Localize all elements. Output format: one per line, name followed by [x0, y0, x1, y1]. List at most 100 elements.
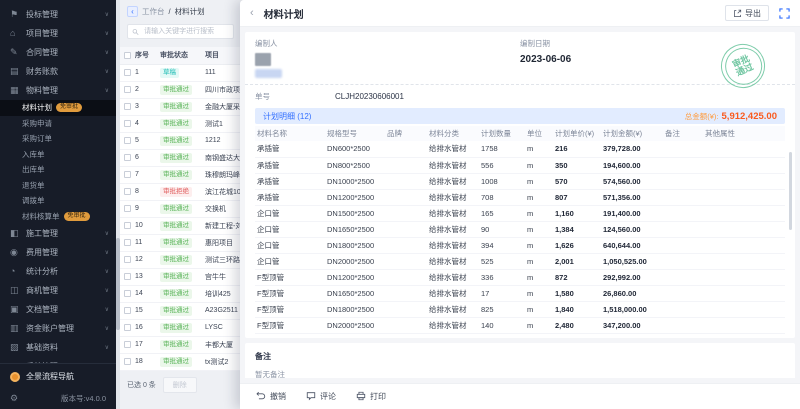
row-checkbox[interactable]: [124, 341, 131, 348]
sidebar-subitem-transfer[interactable]: 调拨单: [0, 193, 116, 209]
sidebar-subitem-material-plan[interactable]: 材料计划免审批: [0, 100, 116, 116]
sidebar-item-doc[interactable]: ▣文档管理∨: [0, 300, 116, 319]
row-checkbox[interactable]: [124, 171, 131, 178]
row-checkbox[interactable]: [124, 222, 131, 229]
collapse-drawer-icon[interactable]: ‹: [250, 7, 254, 19]
scrollbar-thumb[interactable]: [116, 238, 120, 330]
row-project: 丰都大厦: [203, 336, 240, 353]
sidebar-item-finance[interactable]: ▤财务账款∨: [0, 62, 116, 81]
back-button[interactable]: ‹: [127, 6, 138, 17]
detail-column-header: 材料名称: [255, 126, 325, 141]
sidebar-item-flag[interactable]: ⚑投标管理∨: [0, 5, 116, 24]
table-scrollbar[interactable]: [789, 152, 792, 230]
row-checkbox[interactable]: [124, 137, 131, 144]
expense-icon: ◉: [10, 248, 20, 257]
row-checkbox[interactable]: [124, 307, 131, 314]
row-checkbox[interactable]: [124, 154, 131, 161]
sidebar-subitem-inbound[interactable]: 入库单: [0, 147, 116, 163]
detail-cell: [385, 237, 427, 253]
row-checkbox[interactable]: [124, 239, 131, 246]
detail-cell: 140: [479, 317, 525, 333]
detail-row: 企口管DN1650*2500给排水管材90m1,384124,560.00: [255, 221, 785, 237]
list-row[interactable]: 9审批通过交换机: [120, 200, 240, 217]
search-input[interactable]: [142, 27, 229, 36]
detail-cell: [663, 221, 703, 237]
list-row[interactable]: 6审批通过南钢盛达大厦: [120, 149, 240, 166]
sidebar-item-label: 投标管理: [26, 9, 99, 20]
version-row: ⚙ 版本号:v4.0.0: [0, 389, 116, 408]
row-no: 8: [133, 183, 158, 200]
sidebar-item-business[interactable]: ◫商机管理∨: [0, 281, 116, 300]
row-checkbox[interactable]: [124, 358, 131, 365]
print-button[interactable]: 打印: [356, 391, 386, 403]
list-row[interactable]: 7审批通过珠穆朗玛峰: [120, 166, 240, 183]
sidebar-item-contract[interactable]: ✎合同管理∨: [0, 43, 116, 62]
list-row[interactable]: 5审批通过1212: [120, 132, 240, 149]
sidebar-item-basic[interactable]: ▨基础资料∨: [0, 338, 116, 357]
sidebar-item-label: 资金账户管理: [26, 323, 99, 334]
sidebar-item-home[interactable]: ⌂项目管理∨: [0, 24, 116, 43]
row-project: 新建工程-刘: [203, 217, 240, 234]
row-project: 南钢盛达大厦: [203, 149, 240, 166]
sidebar-subitem-purchase-request[interactable]: 采购申请: [0, 116, 116, 132]
list-row[interactable]: 4审批通过测试1: [120, 115, 240, 132]
row-checkbox[interactable]: [124, 273, 131, 280]
detail-cell: 194,600.00: [601, 157, 663, 173]
detail-cell: 1,384: [553, 221, 601, 237]
panorama-nav[interactable]: 全景流程导航: [0, 364, 116, 389]
list-row[interactable]: 16审批通过LYSC: [120, 319, 240, 336]
list-row[interactable]: 15审批通过A23G2511: [120, 302, 240, 319]
detail-cell: m: [525, 253, 553, 269]
breadcrumb-root[interactable]: 工作台: [142, 6, 165, 17]
row-checkbox[interactable]: [124, 324, 131, 331]
sidebar-item-expense[interactable]: ◉费用管理∨: [0, 243, 116, 262]
page-scrollbar[interactable]: [116, 0, 120, 409]
row-checkbox[interactable]: [124, 205, 131, 212]
fullscreen-button[interactable]: [779, 8, 790, 19]
list-row[interactable]: 8审批拒绝滨江花城10期: [120, 183, 240, 200]
export-button[interactable]: 导出: [725, 5, 769, 21]
list-row[interactable]: 1草稿111: [120, 64, 240, 81]
detail-column-header: 计划数量: [479, 126, 525, 141]
list-row[interactable]: 17审批通过丰都大厦: [120, 336, 240, 353]
sidebar-subitem-returns[interactable]: 退货单: [0, 178, 116, 194]
stats-icon: ◔: [10, 267, 20, 276]
row-checkbox[interactable]: [124, 86, 131, 93]
row-project: 交换机: [203, 200, 240, 217]
row-project: tx测试2: [203, 353, 240, 370]
list-row[interactable]: 2审批通过四川市政项目: [120, 81, 240, 98]
row-checkbox[interactable]: [124, 290, 131, 297]
list-row[interactable]: 3审批通过金融大厦采购: [120, 98, 240, 115]
row-checkbox[interactable]: [124, 120, 131, 127]
detail-cell: 承插管: [255, 189, 325, 205]
select-all-checkbox[interactable]: [124, 52, 131, 59]
gear-icon[interactable]: ⚙: [10, 393, 18, 404]
sidebar-subitem-purchase-order[interactable]: 采购订单: [0, 131, 116, 147]
comment-button[interactable]: 评论: [306, 391, 336, 403]
box-icon: ▦: [10, 86, 20, 95]
list-row[interactable]: 12审批通过测试三环路: [120, 251, 240, 268]
sidebar-item-label: 财务账款: [26, 66, 99, 77]
sidebar-subitem-material-settlement[interactable]: 材料核算单免审批: [0, 209, 116, 225]
list-row[interactable]: 14审批通过培训425: [120, 285, 240, 302]
row-checkbox[interactable]: [124, 69, 131, 76]
sidebar-item-box[interactable]: ▦物料管理∨: [0, 81, 116, 100]
sidebar-subitem-outbound[interactable]: 出库单: [0, 162, 116, 178]
sidebar-item-construction[interactable]: ◧施工管理∨: [0, 224, 116, 243]
list-row[interactable]: 13审批通过宫牛牛: [120, 268, 240, 285]
row-project: 金融大厦采购: [203, 98, 240, 115]
list-row[interactable]: 18审批通过tx测试2: [120, 353, 240, 370]
row-checkbox[interactable]: [124, 256, 131, 263]
chevron-down-icon: ∨: [105, 230, 109, 237]
detail-cell: [385, 301, 427, 317]
sidebar-item-funds[interactable]: ▥资金账户管理∨: [0, 319, 116, 338]
list-row[interactable]: 10审批通过新建工程-刘: [120, 217, 240, 234]
sidebar-item-stats[interactable]: ◔统计分析∨: [0, 262, 116, 281]
list-row[interactable]: 11审批通过惠阳项目: [120, 234, 240, 251]
drawer-header: ‹ 材料计划 导出: [240, 0, 800, 27]
row-checkbox[interactable]: [124, 188, 131, 195]
row-no: 18: [133, 353, 158, 370]
undo-button[interactable]: 撤销: [256, 391, 286, 403]
row-checkbox[interactable]: [124, 103, 131, 110]
delete-button[interactable]: 删除: [163, 377, 197, 393]
